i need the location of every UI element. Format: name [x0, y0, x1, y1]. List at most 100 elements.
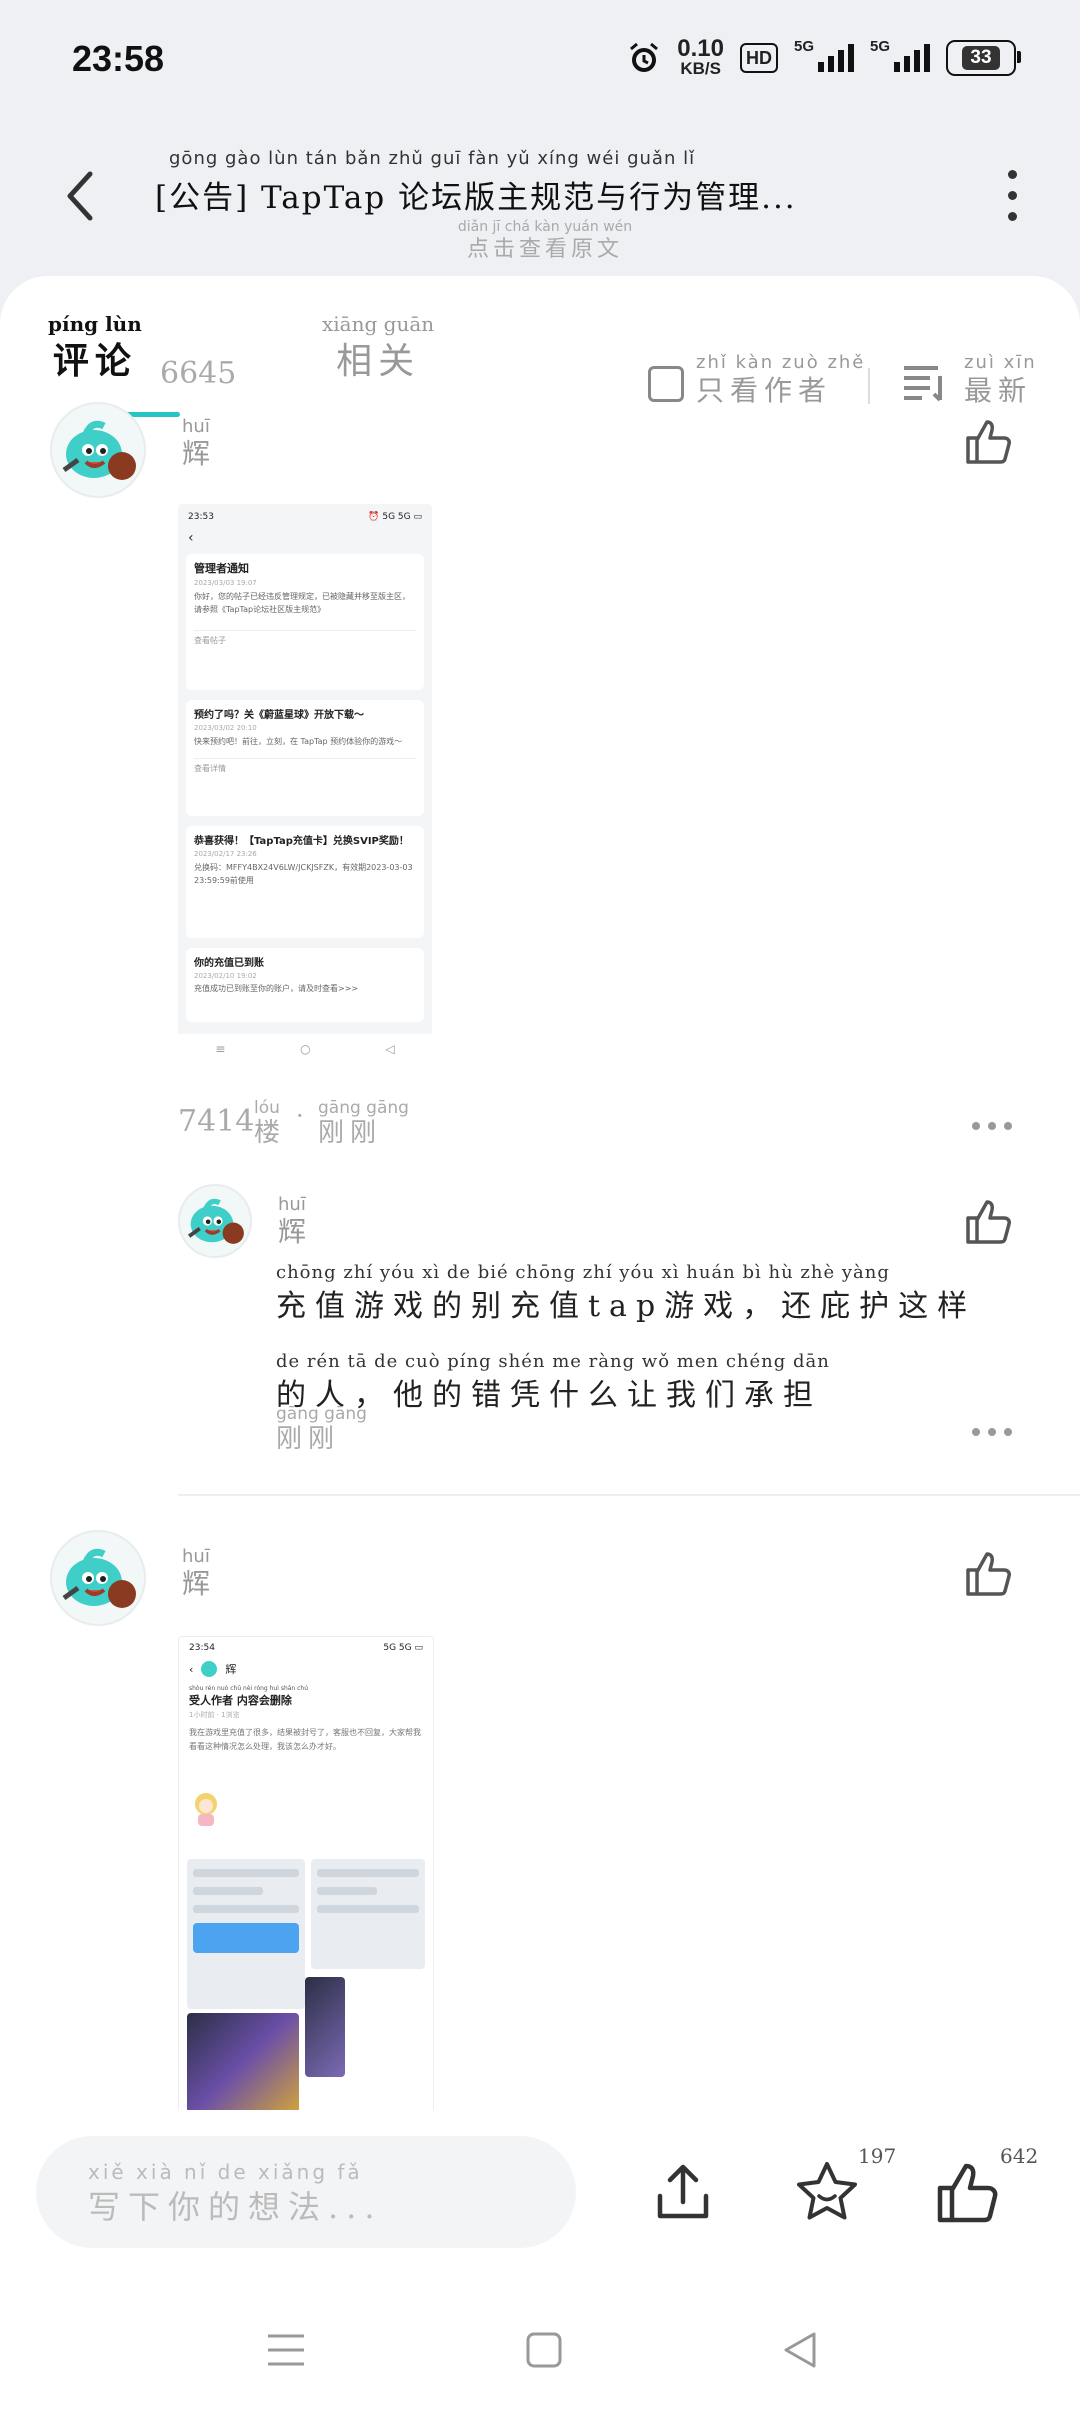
signal-icon-2: 5G	[870, 38, 930, 72]
back-icon[interactable]	[60, 166, 100, 226]
avatar[interactable]	[50, 402, 146, 498]
hd-badge: HD	[740, 43, 778, 73]
shot-back-nav-icon: ◁	[385, 1042, 395, 1056]
shot-card-title: 预约了吗？关《蔚蓝星球》开放下载～	[194, 710, 364, 721]
floor-unit: 楼	[254, 1118, 281, 1148]
star-icon[interactable]	[792, 2158, 862, 2228]
status-time: 23:58	[72, 38, 165, 79]
thumbs-up-icon[interactable]	[934, 2158, 1004, 2228]
shot-body: 我在游戏里充值了很多，结果被封号了，客服也不回复，大家帮我看看这种情况怎么处理，…	[189, 1728, 421, 1751]
shot-home-icon: ○	[300, 1042, 311, 1056]
reply-more-icon[interactable]	[972, 1428, 1012, 1438]
username[interactable]: 辉	[182, 1562, 210, 1602]
shot-card-body: 充值成功已到账至你的账户，请及时查看>>>	[194, 984, 359, 993]
avatar[interactable]	[178, 1184, 252, 1258]
signal-label-2: 5G	[870, 38, 891, 55]
shot-card: 你的充值已到账 2023/02/10 19:02 充值成功已到账至你的账户，请及…	[186, 948, 424, 1022]
home-nav-icon[interactable]	[524, 2330, 564, 2370]
shot-time: 23:54	[189, 1643, 215, 1653]
author-only-label: 只看作者	[696, 374, 833, 407]
battery-level: 33	[962, 46, 1000, 70]
signal-label-1: 5G	[794, 38, 815, 55]
share-icon[interactable]	[648, 2158, 718, 2228]
reply-content: chōng zhí yóu xì de bié chōng zhí yóu xì…	[276, 1262, 1016, 1414]
star-count: 197	[858, 2144, 897, 2168]
view-original-link[interactable]: 点击查看原文	[155, 231, 935, 263]
thumbs-up-icon[interactable]	[964, 1548, 1014, 1598]
shot-time: 23:53	[188, 512, 214, 522]
comment-input[interactable]: xiě xià nǐ de xiǎng fǎ 写下你的想法...	[36, 2136, 576, 2248]
reply-line2-pinyin: de rén tā de cuò píng shén me ràng wǒ me…	[276, 1351, 830, 1372]
comment-tabs: píng lùn 评论 6645 xiāng guān 相关 zhǐ kàn z…	[0, 312, 1080, 407]
net-speed-value: 0.10	[677, 35, 724, 62]
status-bar: 23:58 0.10 KB/S HD 5G 5G 33	[0, 0, 1080, 120]
bottom-bar: xiě xià nǐ de xiǎng fǎ 写下你的想法... 197 642	[0, 2110, 1080, 2412]
reply-line1-pinyin: chōng zhí yóu xì de bié chōng zhí yóu xì…	[276, 1262, 890, 1283]
username[interactable]: 辉	[182, 432, 210, 472]
shot-card-foot: 查看详情	[194, 758, 416, 774]
shot-card: 预约了吗？关《蔚蓝星球》开放下载～ 2023/03/02 20:10 快来预约吧…	[186, 700, 424, 816]
net-speed-unit: KB/S	[680, 59, 721, 78]
comment-image[interactable]: 23:53 ⏰ 5G 5G ▭ ‹ 管理者通知 2023/03/03 19:07…	[178, 504, 432, 1064]
shot-card-foot: 查看帖子	[194, 630, 416, 646]
shot-subline: 1小时前 · 1浏览	[189, 1711, 240, 1719]
comment-image[interactable]: 23:54 5G 5G ▭ ‹ 辉 shòu rén nuò chū nèi r…	[178, 1636, 434, 2111]
comment-count: 6645	[160, 356, 237, 391]
post-title-pinyin: gōng gào lùn tán bǎn zhǔ guī fàn yǔ xíng…	[169, 148, 696, 169]
status-icons: 0.10 KB/S HD 5G 5G 33	[627, 35, 1021, 78]
comments-sheet: píng lùn 评论 6645 xiāng guān 相关 zhǐ kàn z…	[0, 276, 1080, 2111]
thumbs-up-icon[interactable]	[964, 416, 1014, 466]
shot-card-title: 管理者通知	[194, 562, 249, 575]
shot-chat-panel	[311, 1859, 425, 1969]
thumbs-up-icon[interactable]	[964, 1196, 1014, 1246]
comment-input-pinyin: xiě xià nǐ de xiǎng fǎ	[88, 2160, 363, 2184]
sort-icon[interactable]	[902, 364, 944, 402]
signal-icon-1: 5G	[794, 38, 854, 72]
shot-card-date: 2023/02/17 23:26	[194, 850, 257, 858]
net-speed: 0.10 KB/S	[677, 35, 724, 78]
tab-divider	[868, 368, 870, 404]
author-only-checkbox[interactable]	[648, 366, 684, 402]
shot-card-title: 你的充值已到账	[194, 958, 264, 969]
sort-latest-label: 最新	[964, 374, 1033, 407]
shot-game-image	[187, 2013, 299, 2111]
shot-card-body: 兑换码：MFFY4BX24V6LW/JCKJSFZK，有效期2023-03-03…	[194, 863, 413, 885]
username[interactable]: 辉	[278, 1210, 306, 1250]
shot-card-body: 你好，您的帖子已经违反管理规定，已被隐藏并移至版主区，请参照《TapTap论坛社…	[194, 592, 410, 614]
post-title-block[interactable]: gōng gào lùn tán bǎn zhǔ guī fàn yǔ xíng…	[155, 148, 935, 263]
shot-card-title: 恭喜获得！【TapTap充值卡】兑换SVIP奖励！	[194, 836, 409, 847]
shot-chat-panel	[187, 1859, 305, 2009]
shot-avatar	[201, 1661, 218, 1677]
shot-menu-icon: ≡	[215, 1042, 226, 1056]
shot-card-date: 2023/03/03 19:07	[194, 579, 257, 587]
sort-latest[interactable]: zuì xīn 最新	[964, 352, 1037, 409]
alarm-icon	[630, 42, 659, 72]
shot-sticker	[179, 1790, 433, 1830]
shot-nav-bar: ≡ ○ ◁	[178, 1034, 432, 1064]
more-options-icon[interactable]	[1008, 170, 1020, 222]
floor-number: 7414	[178, 1104, 255, 1139]
comment-divider	[178, 1494, 1080, 1496]
shot-username: 辉	[225, 1663, 237, 1676]
comment-more-icon[interactable]	[972, 1122, 1012, 1132]
post-time: 刚刚	[318, 1118, 383, 1148]
shot-card: 恭喜获得！【TapTap充值卡】兑换SVIP奖励！ 2023/02/17 23:…	[186, 826, 424, 938]
tab-comments[interactable]: píng lùn 评论	[48, 312, 142, 384]
shot-card-body: 快来预约吧！前往，立刻，在 TapTap 预约体验你的游戏～	[194, 737, 403, 746]
top-bar: gōng gào lùn tán bǎn zhǔ guī fàn yǔ xíng…	[0, 130, 1080, 270]
shot-back-icon: ‹	[189, 1662, 194, 1676]
battery-icon: 33	[946, 40, 1021, 76]
shot-heading: 受人作者 内容会删除	[189, 1694, 292, 1707]
avatar[interactable]	[50, 1530, 146, 1626]
author-only-toggle[interactable]: zhǐ kàn zuò zhě 只看作者	[696, 352, 865, 409]
menu-nav-icon[interactable]	[266, 2330, 306, 2370]
back-nav-icon[interactable]	[780, 2330, 820, 2370]
tab-comments-label: 评论	[52, 340, 137, 382]
tab-related[interactable]: xiāng guān 相关	[322, 312, 434, 384]
like-count: 642	[1000, 2144, 1039, 2168]
tab-related-label: 相关	[336, 341, 421, 382]
shot-back-icon: ‹	[188, 530, 194, 546]
reply-line1: 充值游戏的别充值tap游戏，还庇护这样	[276, 1289, 977, 1324]
meta-separator-dot: ·	[296, 1102, 304, 1130]
comment-input-placeholder: 写下你的想法...	[88, 2188, 383, 2226]
